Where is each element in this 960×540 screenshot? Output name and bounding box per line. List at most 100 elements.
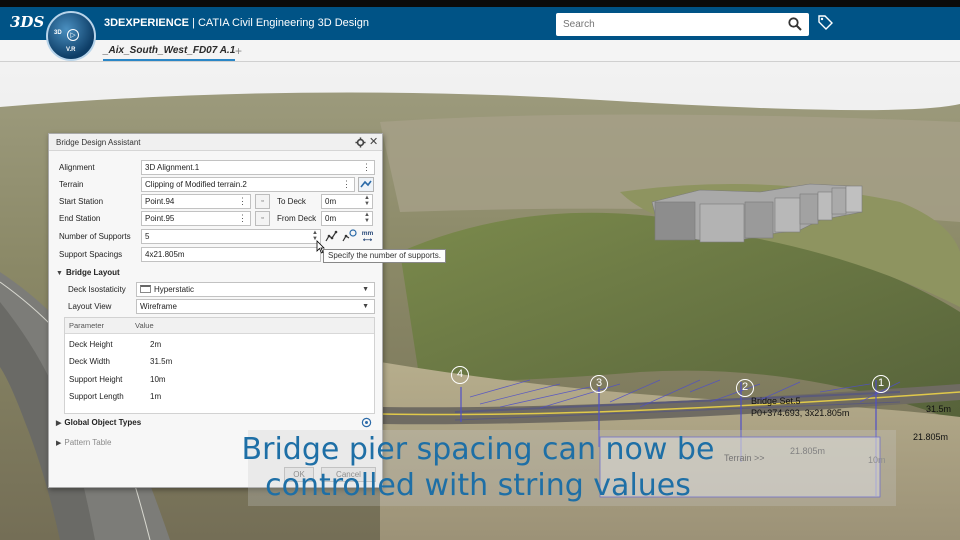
gear-icon[interactable] <box>355 137 366 148</box>
end-station-field[interactable]: Point.95 ⋮ <box>141 211 251 226</box>
dimension-spacing: 21.805m <box>913 432 949 442</box>
dialog-title: Bridge Design Assistant <box>56 138 141 147</box>
dimension-width: 31.5m <box>926 404 952 414</box>
terrain-select-icon[interactable] <box>358 177 374 192</box>
alignment-field[interactable]: 3D Alignment.1 ⋮ <box>141 160 375 175</box>
parameter-table: Parameter Value Deck Height 2m Deck Widt… <box>64 317 375 414</box>
supports-field[interactable]: 5 ▲ ▼ <box>141 229 321 244</box>
value-column-header[interactable]: Value <box>135 321 154 330</box>
bridge-layout-section[interactable]: ▼ Bridge Layout <box>56 268 120 277</box>
from-deck-spinner[interactable]: ▲ ▼ <box>364 212 370 224</box>
end-station-label: End Station <box>59 214 101 223</box>
dropdown-arrow-icon: ▼ <box>362 286 369 293</box>
refresh-settings-icon[interactable] <box>361 417 372 428</box>
deck-isostaticity-select[interactable]: Hyperstatic ▼ <box>136 282 375 297</box>
mouse-cursor-icon <box>316 240 325 254</box>
to-deck-label: To Deck <box>277 197 306 206</box>
from-deck-field[interactable]: 0m ▲ ▼ <box>321 211 373 226</box>
layout-view-label: Layout View <box>68 302 112 311</box>
table-row[interactable]: Deck Width 31.5m <box>65 354 374 370</box>
param-name: Deck Width <box>69 357 110 366</box>
param-name: Deck Height <box>69 340 113 349</box>
caret-down-icon: ▼ <box>56 270 63 277</box>
caption: Bridge pier spacing can now be controlle… <box>238 432 718 504</box>
search-input[interactable] <box>556 13 776 36</box>
unit-mm-icon[interactable]: mm ⟷ <box>359 230 376 244</box>
bridge-layout-label: Bridge Layout <box>65 268 120 277</box>
pattern-table-section[interactable]: ▶ Pattern Table <box>56 438 111 447</box>
add-tab-button[interactable]: + <box>235 44 242 58</box>
more-vert-icon[interactable]: ⋮ <box>238 212 247 225</box>
app-name: CATIA Civil Engineering 3D Design <box>197 17 369 29</box>
parameter-table-header: Parameter Value <box>65 318 374 334</box>
more-vert-icon[interactable]: ⋮ <box>362 161 371 174</box>
start-station-picker-button[interactable]: ▫ <box>255 194 270 209</box>
spacings-label: Support Spacings <box>59 250 123 259</box>
global-object-types-section[interactable]: ▶ Global Object Types <box>56 418 141 427</box>
hyperstatic-icon <box>140 285 151 293</box>
supports-pattern-icon[interactable] <box>324 229 340 244</box>
supports-edit-icon[interactable] <box>341 229 357 244</box>
top-black-strip <box>0 0 960 7</box>
table-row[interactable]: Support Length 1m <box>65 389 374 405</box>
spacings-value: 4x21.805m <box>145 250 185 259</box>
start-station-label: Start Station <box>59 197 104 206</box>
terrain-label: Terrain <box>59 180 84 189</box>
supports-value: 5 <box>145 232 150 241</box>
to-deck-spinner[interactable]: ▲ ▼ <box>364 195 370 207</box>
compass-bottom-label: V.R <box>66 47 76 53</box>
layout-view-value: Wireframe <box>140 302 177 311</box>
more-vert-icon[interactable]: ⋮ <box>238 195 247 208</box>
to-deck-value: 0m <box>325 197 337 206</box>
close-icon[interactable]: ✕ <box>369 135 378 148</box>
from-deck-value: 0m <box>325 214 337 223</box>
pattern-table-label: Pattern Table <box>64 438 112 447</box>
parameter-column-header[interactable]: Parameter <box>69 321 104 330</box>
global-object-types-label: Global Object Types <box>64 418 142 427</box>
pier-number-3: 3 <box>590 375 608 393</box>
pier-number-1: 1 <box>872 375 890 393</box>
supports-label: Number of Supports <box>59 232 131 241</box>
end-station-picker-button[interactable]: ▫ <box>255 211 270 226</box>
supports-tooltip: Specify the number of supports. <box>323 249 446 263</box>
pier-number-2: 2 <box>736 379 754 397</box>
more-vert-icon[interactable]: ⋮ <box>342 178 351 191</box>
ds-logo-icon[interactable]: 3DS <box>10 13 44 31</box>
compass-top-label: 3D <box>54 30 62 36</box>
terrain-field[interactable]: Clipping of Modified terrain.2 ⋮ <box>141 177 355 192</box>
param-name: Support Height <box>69 375 123 384</box>
bridge-set-label[interactable]: Bridge Set.5 <box>751 396 801 406</box>
layout-view-select[interactable]: Wireframe ▼ <box>136 299 375 314</box>
table-row[interactable]: Support Height 10m <box>65 372 374 388</box>
unit-mm-label: mm <box>361 230 374 237</box>
tag-icon[interactable] <box>817 14 833 30</box>
spacings-field[interactable]: 4x21.805m <box>141 247 321 262</box>
caret-right-icon: ▶ <box>56 420 62 427</box>
tab-document[interactable]: _Aix_South_West_FD07 A.1 <box>103 45 236 61</box>
compass-icon[interactable]: 3D ▷ V.R <box>46 11 96 61</box>
bridge-set-formula[interactable]: P0+374.693, 3x21.805m <box>751 408 849 418</box>
deck-isostaticity-label: Deck Isostaticity <box>68 285 126 294</box>
pier-number-4: 4 <box>451 366 469 384</box>
from-deck-label: From Deck <box>277 214 317 223</box>
search-icon[interactable] <box>788 17 802 31</box>
to-deck-field[interactable]: 0m ▲ ▼ <box>321 194 373 209</box>
deck-isostaticity-value: Hyperstatic <box>154 285 195 294</box>
search-box[interactable] <box>556 13 809 36</box>
param-value[interactable]: 31.5m <box>150 357 172 366</box>
param-value[interactable]: 10m <box>150 375 166 384</box>
caption-line-1: Bridge pier spacing can now be <box>241 432 715 467</box>
param-value[interactable]: 1m <box>150 392 161 401</box>
terrain-value: Clipping of Modified terrain.2 <box>145 180 247 189</box>
dropdown-arrow-icon: ▼ <box>362 303 369 310</box>
play-icon[interactable]: ▷ <box>67 29 79 41</box>
alignment-value: 3D Alignment.1 <box>145 163 200 172</box>
param-value[interactable]: 2m <box>150 340 161 349</box>
brand-separator: | <box>188 17 198 29</box>
caption-line-2: controlled with string values <box>265 468 691 503</box>
start-station-field[interactable]: Point.94 ⋮ <box>141 194 251 209</box>
alignment-label: Alignment <box>59 163 95 172</box>
table-row[interactable]: Deck Height 2m <box>65 337 374 353</box>
brand-name: 3DEXPERIENCE <box>104 17 189 29</box>
dialog-header[interactable]: Bridge Design Assistant ✕ <box>49 134 382 151</box>
